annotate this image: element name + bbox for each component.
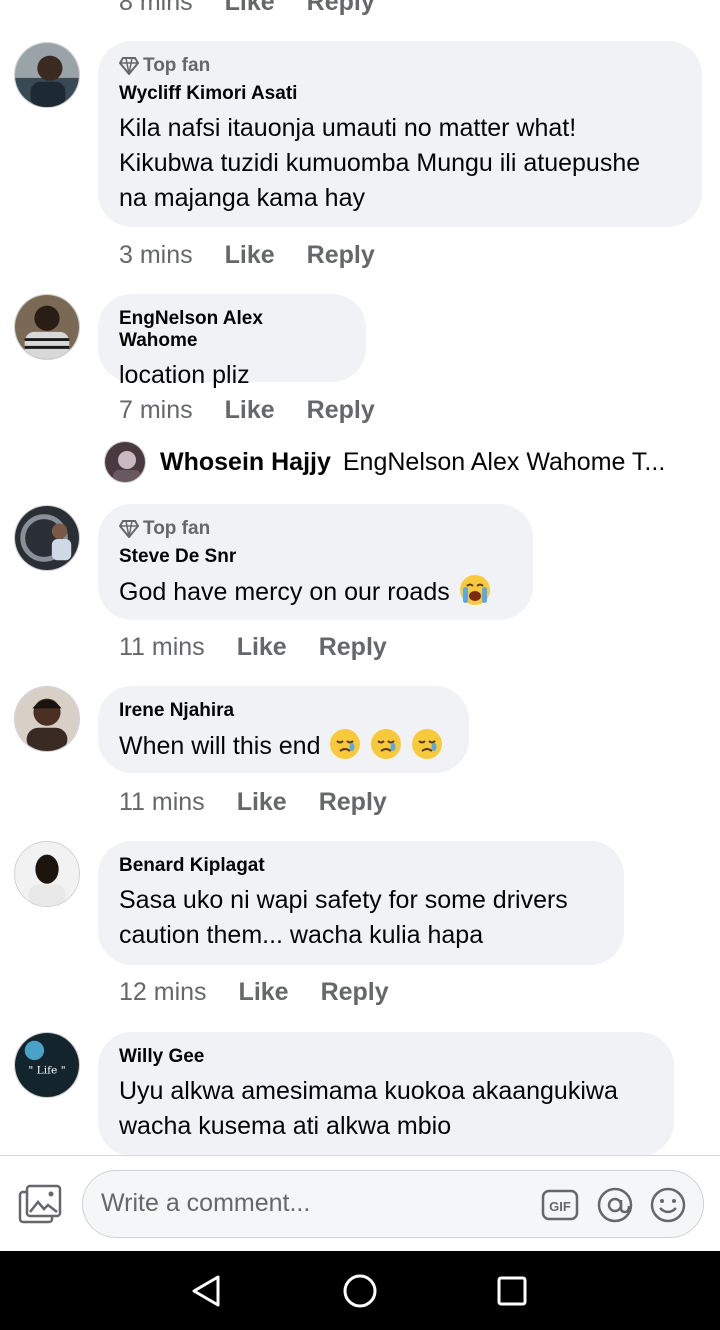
commenter-name[interactable]: Wycliff Kimori Asati	[119, 83, 680, 105]
comment-meta-row: 7 mins Like Reply	[119, 396, 407, 425]
svg-text:" Life ": " Life "	[28, 1064, 65, 1077]
photo-icon[interactable]	[18, 1184, 62, 1224]
comment-text: Kila nafsi itauonja umauti no matter wha…	[119, 111, 680, 216]
comment-text-line: Sasa uko ni wapi safety for some drivers	[119, 886, 568, 914]
diamond-icon	[119, 57, 139, 75]
avatar[interactable]	[14, 505, 80, 571]
reply-author-name: Whosein Hajjy	[160, 447, 331, 476]
top-fan-badge: Top fan	[119, 518, 511, 540]
comment-bubble: Benard Kiplagat Sasa uko ni wapi safety …	[98, 841, 624, 965]
like-button[interactable]: Like	[239, 978, 289, 1007]
comment-text: Uyu alkwa amesimama kuokoa akaangukiwa w…	[119, 1074, 652, 1144]
commenter-name[interactable]: Benard Kiplagat	[119, 855, 602, 877]
like-button[interactable]: Like	[225, 396, 275, 425]
comment-meta-row: 12 mins Like Reply	[119, 978, 421, 1007]
avatar[interactable]	[14, 294, 80, 360]
avatar[interactable]	[14, 686, 80, 752]
like-button[interactable]: Like	[237, 788, 287, 817]
sleepy-face-icon	[412, 729, 443, 759]
comment-time: 8 mins	[119, 0, 193, 16]
avatar[interactable]	[14, 42, 80, 108]
avatar[interactable]	[14, 841, 80, 907]
comment-time: 7 mins	[119, 396, 193, 424]
reply-snippet: EngNelson Alex Wahome T...	[342, 447, 666, 476]
top-fan-label: Top fan	[143, 518, 211, 539]
reply-button[interactable]: Reply	[319, 788, 387, 817]
comment-text-line: Uyu alkwa amesimama kuokoa akaangukiwa	[119, 1077, 618, 1105]
sleepy-face-icon	[371, 729, 402, 759]
commenter-name[interactable]: Irene Njahira	[119, 700, 447, 722]
comment-text-line: When will this end	[119, 732, 321, 760]
comment-bubble: Top fan Steve De Snr God have mercy on o…	[98, 504, 533, 620]
top-fan-badge: Top fan	[119, 55, 680, 77]
comment-time: 11 mins	[119, 788, 205, 816]
gif-icon[interactable]: GIF	[541, 1186, 579, 1224]
reply-button[interactable]: Reply	[307, 0, 375, 17]
comment-text: God have mercy on our roads	[119, 574, 511, 610]
reply-preview[interactable]: Whosein Hajjy EngNelson Alex Wahome T...	[104, 441, 665, 483]
reply-button[interactable]: Reply	[321, 978, 389, 1007]
sleepy-face-icon	[330, 729, 361, 759]
comment-text: Sasa uko ni wapi safety for some drivers…	[119, 883, 602, 953]
mention-icon[interactable]	[596, 1186, 634, 1224]
commenter-name[interactable]: Willy Gee	[119, 1046, 652, 1068]
reply-avatar	[104, 441, 146, 483]
comment-text-line: Kila nafsi itauonja umauti no matter wha…	[119, 114, 577, 142]
avatar[interactable]: " Life "	[14, 1032, 80, 1098]
comments-feed[interactable]: 8 mins Like Reply Top fan Wycliff Kimori…	[0, 0, 720, 1155]
like-button[interactable]: Like	[225, 0, 275, 17]
comment-time: 12 mins	[119, 978, 207, 1006]
like-button[interactable]: Like	[225, 241, 275, 270]
commenter-name[interactable]: Steve De Snr	[119, 546, 511, 568]
comment-bubble: Top fan Wycliff Kimori Asati Kila nafsi …	[98, 41, 702, 227]
comment-text-line: caution them... wacha kulia hapa	[119, 921, 484, 949]
comment-meta-row: 3 mins Like Reply	[119, 241, 407, 270]
reply-button[interactable]: Reply	[307, 396, 375, 425]
commenter-name[interactable]: EngNelson Alex Wahome	[119, 308, 344, 352]
reply-button[interactable]: Reply	[307, 241, 375, 270]
comment-composer: Write a comment... GIF	[0, 1155, 720, 1251]
top-fan-label: Top fan	[143, 55, 211, 76]
comment-time: 3 mins	[119, 241, 193, 269]
comment-meta-row: 8 mins Like Reply	[119, 0, 407, 17]
reply-button[interactable]: Reply	[319, 633, 387, 662]
home-icon[interactable]	[340, 1271, 380, 1311]
svg-text:GIF: GIF	[549, 1199, 571, 1214]
comment-meta-row: 11 mins Like Reply	[119, 788, 419, 817]
comment-bubble: EngNelson Alex Wahome location pliz	[98, 294, 366, 389]
comment-text-line: na majanga kama hay	[119, 184, 365, 212]
comment-text-line: God have mercy on our roads	[119, 578, 450, 606]
comment-bubble: Willy Gee Uyu alkwa amesimama kuokoa aka…	[98, 1032, 674, 1155]
like-button[interactable]: Like	[237, 633, 287, 662]
comment-text-line: Kikubwa tuzidi kumuomba Mungu ili atuepu…	[119, 149, 641, 177]
diamond-icon	[119, 520, 139, 538]
emoji-icon[interactable]	[649, 1186, 687, 1224]
recents-icon[interactable]	[492, 1271, 532, 1311]
comment-text: When will this end	[119, 728, 447, 764]
comment-meta-row: 11 mins Like Reply	[119, 633, 419, 662]
loudly-crying-face-icon	[459, 575, 490, 605]
comment-bubble: Irene Njahira When will this end	[98, 686, 469, 773]
system-nav-bar	[0, 1251, 720, 1330]
comment-time: 11 mins	[119, 633, 205, 661]
back-icon[interactable]	[186, 1271, 226, 1311]
comment-input-placeholder: Write a comment...	[101, 1189, 311, 1217]
comment-input[interactable]: Write a comment... GIF	[82, 1170, 704, 1238]
comment-text-line: wacha kusema ati alkwa mbio	[119, 1112, 452, 1140]
comment-text: location pliz	[119, 361, 250, 389]
